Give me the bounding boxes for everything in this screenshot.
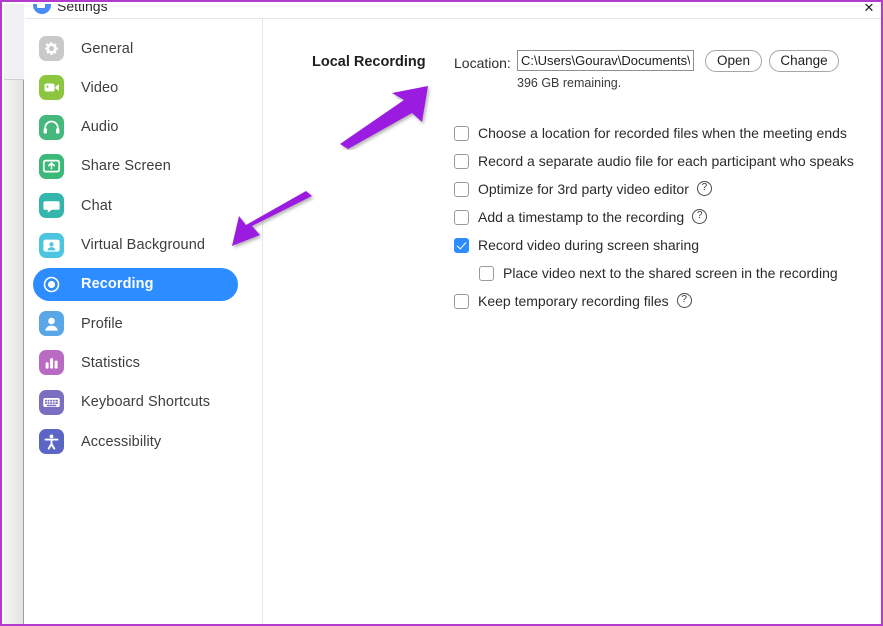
window-titlebar: Settings ✕ <box>25 4 881 19</box>
sidebar-item-audio[interactable]: Audio <box>33 111 238 144</box>
local-recording-panel: Local Recording Location: Open Change 39… <box>264 19 881 624</box>
chat-bubble-icon <box>39 193 64 219</box>
option-row[interactable]: Optimize for 3rd party video editor? <box>454 180 712 197</box>
option-label: Choose a location for recorded files whe… <box>478 125 847 141</box>
option-label: Record a separate audio file for each pa… <box>478 153 854 169</box>
open-button[interactable]: Open <box>705 50 762 72</box>
sidebar-item-accessibility[interactable]: Accessibility <box>33 425 238 458</box>
sidebar-item-label: Statistics <box>81 354 141 371</box>
sidebar-item-general[interactable]: General <box>33 32 238 65</box>
sidebar-item-label: Audio <box>81 119 119 136</box>
sidebar-item-chat[interactable]: Chat <box>33 189 238 222</box>
record-dot-icon <box>39 271 64 297</box>
settings-sidebar: General Video Audio Share Screen Chat Virtual… <box>25 19 263 624</box>
accessibility-icon <box>39 429 64 454</box>
option-label: Add a timestamp to the recording <box>478 209 685 225</box>
disk-remaining-text: 396 GB remaining. <box>517 76 622 90</box>
sidebar-item-label: Video <box>81 79 119 96</box>
checkbox-checked[interactable] <box>454 237 469 253</box>
checkbox-unchecked[interactable] <box>454 125 469 141</box>
checkbox-unchecked[interactable] <box>454 293 469 309</box>
option-label: Keep temporary recording files <box>478 293 669 309</box>
page-title: Local Recording <box>312 54 426 70</box>
sidebar-item-label: General <box>81 40 134 57</box>
virtual-background-icon <box>39 232 64 258</box>
window-title: Settings <box>57 4 108 14</box>
sidebar-item-label: Keyboard Shortcuts <box>81 394 211 411</box>
close-icon[interactable]: ✕ <box>862 4 876 15</box>
location-label: Location: <box>454 55 511 71</box>
recording-location-input[interactable] <box>517 50 694 71</box>
bar-chart-icon <box>39 350 64 376</box>
video-camera-icon <box>39 75 64 101</box>
option-row[interactable]: Add a timestamp to the recording? <box>454 208 708 225</box>
background-window-sliver <box>4 4 24 624</box>
sidebar-item-statistics[interactable]: Statistics <box>33 346 238 379</box>
sidebar-item-video[interactable]: Video <box>33 71 238 104</box>
option-label: Place video next to the shared screen in… <box>503 265 838 281</box>
option-label: Optimize for 3rd party video editor <box>478 181 689 197</box>
sidebar-item-share-screen[interactable]: Share Screen <box>33 150 238 183</box>
help-icon[interactable]: ? <box>676 292 692 308</box>
keyboard-icon <box>39 389 64 415</box>
option-label: Record video during screen sharing <box>478 237 700 253</box>
sidebar-item-label: Chat <box>81 197 113 214</box>
person-icon <box>39 311 64 337</box>
checkbox-unchecked[interactable] <box>454 153 469 169</box>
zoom-settings-window: Settings ✕ General Video Audio Share Screen… <box>25 4 881 624</box>
help-icon[interactable]: ? <box>692 208 708 224</box>
checkbox-unchecked[interactable] <box>454 181 469 197</box>
change-button[interactable]: Change <box>769 50 839 72</box>
headphones-icon <box>39 114 64 140</box>
option-row[interactable]: Record video during screen sharing <box>454 237 699 253</box>
help-icon[interactable]: ? <box>696 180 712 196</box>
checkbox-unchecked[interactable] <box>454 209 469 225</box>
sidebar-item-label: Profile <box>81 315 123 332</box>
sidebar-item-label: Recording <box>81 276 154 293</box>
sidebar-item-recording[interactable]: Recording <box>33 267 238 301</box>
gear-icon <box>39 36 64 61</box>
sidebar-item-profile[interactable]: Profile <box>33 307 238 340</box>
checkbox-unchecked[interactable] <box>479 265 494 281</box>
sidebar-item-label: Accessibility <box>81 433 162 450</box>
annotated-screenshot-frame: Settings ✕ General Video Audio Share Screen… <box>0 0 883 626</box>
option-row[interactable]: Keep temporary recording files? <box>454 292 692 309</box>
option-row[interactable]: Choose a location for recorded files whe… <box>454 125 847 141</box>
background-window-sliver-header <box>4 4 24 80</box>
zoom-logo-icon <box>33 4 51 14</box>
sidebar-item-label: Share Screen <box>81 158 171 175</box>
sidebar-item-label: Virtual Background <box>81 237 206 253</box>
sidebar-item-keyboard-shortcuts[interactable]: Keyboard Shortcuts <box>33 386 238 419</box>
option-row[interactable]: Record a separate audio file for each pa… <box>454 153 854 169</box>
sidebar-item-virtual-background[interactable]: Virtual Background <box>33 229 238 262</box>
option-row[interactable]: Place video next to the shared screen in… <box>479 265 838 281</box>
share-screen-icon <box>39 153 64 179</box>
